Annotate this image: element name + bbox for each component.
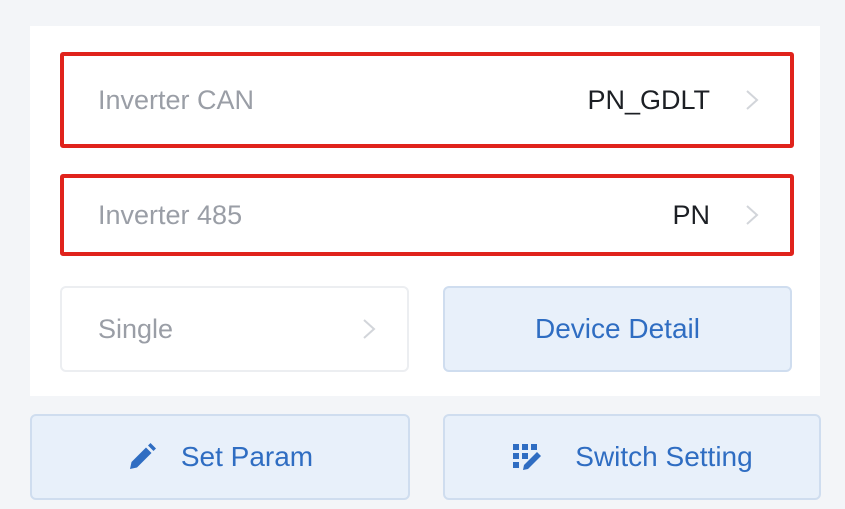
inverter-can-label: Inverter CAN: [98, 84, 255, 115]
switch-setting-label: Switch Setting: [575, 441, 753, 472]
inverter-485-row[interactable]: Inverter 485 PN: [60, 174, 794, 256]
inverter-485-label: Inverter 485: [98, 199, 243, 230]
chevron-right-icon: [746, 90, 759, 110]
single-mode-label: Single: [98, 313, 174, 344]
inverter-can-value: PN_GDLT: [587, 84, 710, 115]
chevron-right-icon: [746, 205, 759, 225]
set-param-label: Set Param: [180, 441, 314, 472]
single-mode-select[interactable]: Single: [60, 286, 409, 372]
pencil-icon: [129, 443, 156, 469]
inverter-485-value: PN: [672, 199, 710, 230]
set-param-button[interactable]: Set Param: [30, 414, 410, 500]
device-detail-label: Device Detail: [535, 313, 700, 344]
chevron-right-icon: [363, 319, 376, 339]
grid-edit-icon: [513, 444, 542, 470]
inverter-can-row[interactable]: Inverter CAN PN_GDLT: [60, 52, 794, 148]
switch-setting-button[interactable]: Switch Setting: [443, 414, 821, 500]
device-detail-button[interactable]: Device Detail: [443, 286, 792, 372]
